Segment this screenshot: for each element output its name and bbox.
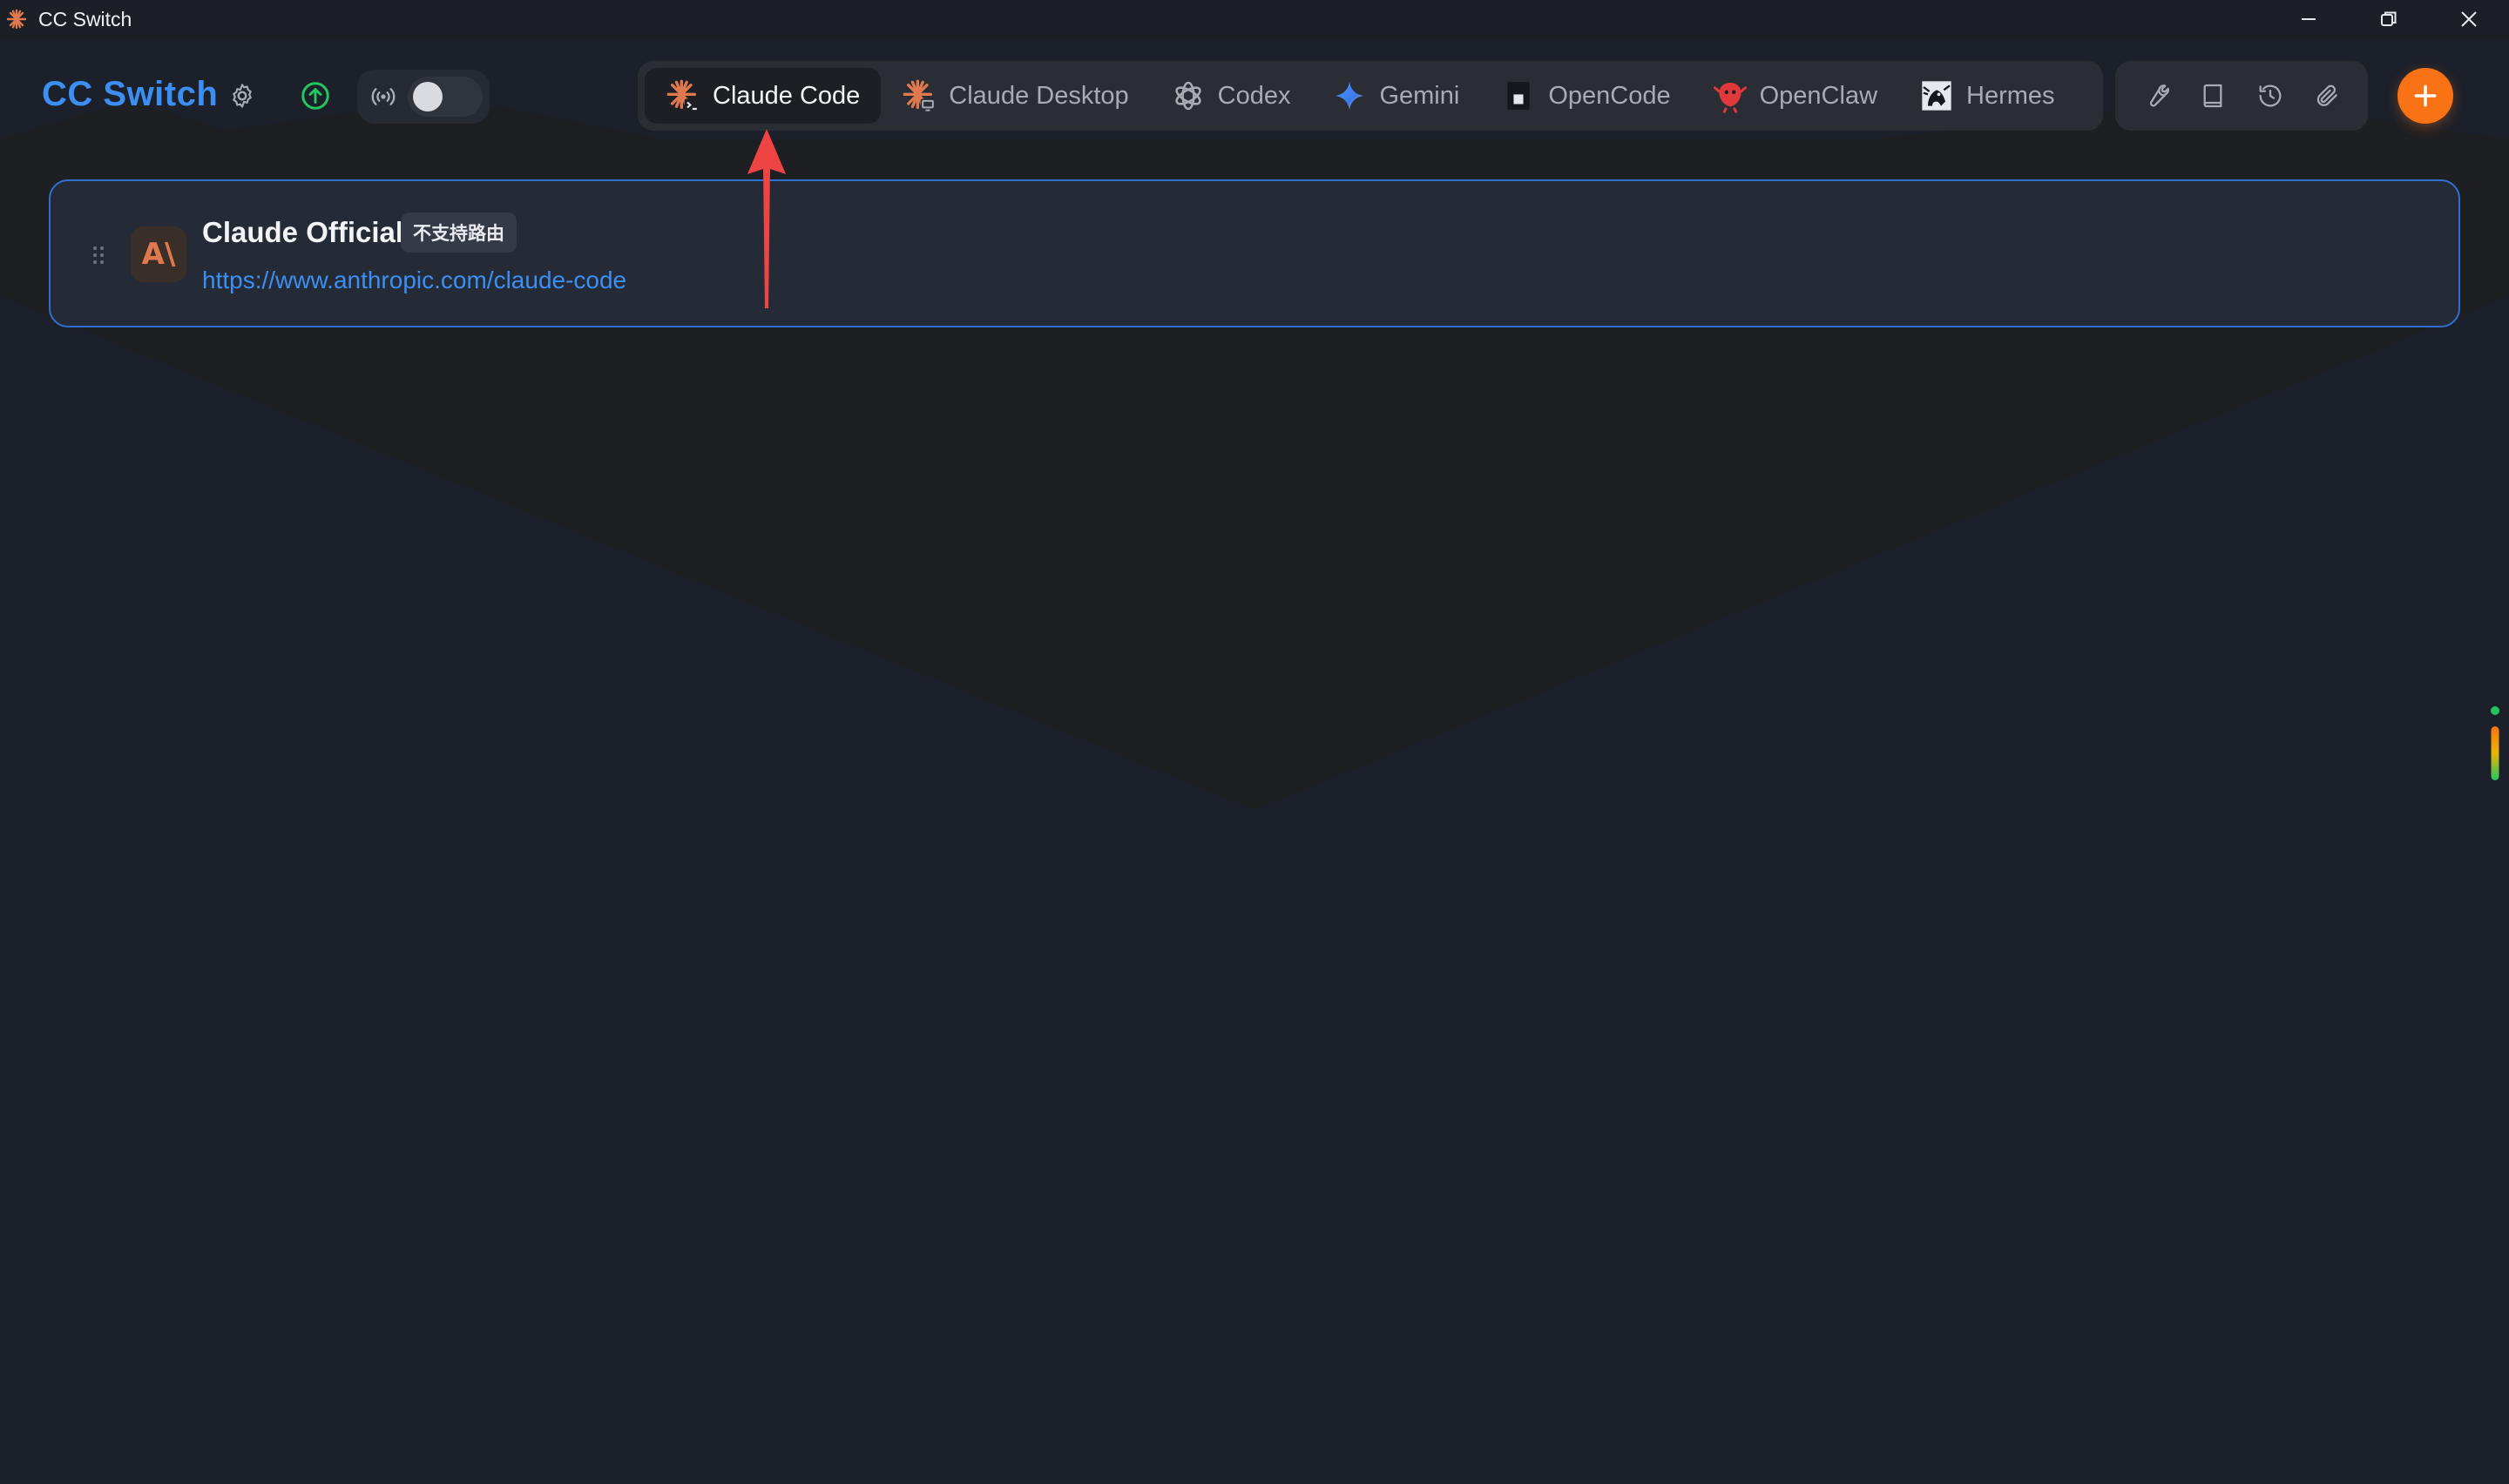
docs-button[interactable] xyxy=(2188,71,2237,120)
tab-label: Gemini xyxy=(1379,81,1460,110)
minimize-icon xyxy=(2302,18,2316,20)
tab-openclaw[interactable]: OpenClaw xyxy=(1692,68,1898,124)
paperclip-icon xyxy=(2316,84,2338,106)
broadcast-icon xyxy=(366,79,401,114)
window-controls xyxy=(2269,0,2509,38)
tool-group xyxy=(2115,61,2368,131)
tab-label: Codex xyxy=(1217,81,1291,110)
book-icon xyxy=(2203,84,2222,108)
tab-hermes[interactable]: Hermes xyxy=(1898,68,2076,124)
openai-icon xyxy=(1169,77,1207,115)
tab-codex[interactable]: Codex xyxy=(1150,68,1312,124)
attach-button[interactable] xyxy=(2303,71,2351,120)
tab-claude-code[interactable]: Claude Code xyxy=(645,68,882,124)
tab-gemini[interactable]: Gemini xyxy=(1311,68,1480,124)
title-bar: CC Switch xyxy=(0,0,2509,38)
restore-button[interactable] xyxy=(2349,0,2429,38)
app-window: CC Switch CC Switch Claude Code Claude D… xyxy=(0,0,2509,1484)
plus-icon xyxy=(2414,84,2437,107)
history-icon xyxy=(2259,84,2282,107)
provider-url-link[interactable]: https://www.anthropic.com/claude-code xyxy=(202,266,626,294)
status-indicator xyxy=(2491,706,2499,780)
openclaw-icon xyxy=(1711,77,1749,115)
close-button[interactable] xyxy=(2429,0,2509,38)
provider-card[interactable]: A\ Claude Official 不支持路由 https://www.ant… xyxy=(49,179,2460,327)
tab-claude-desktop[interactable]: Claude Desktop xyxy=(881,68,1149,124)
tab-label: Claude Desktop xyxy=(949,81,1129,110)
add-provider-button[interactable] xyxy=(2397,68,2453,124)
toggle-knob xyxy=(413,82,443,111)
provider-name: Claude Official xyxy=(202,216,404,248)
update-button[interactable] xyxy=(293,73,338,118)
routing-badge: 不支持路由 xyxy=(401,212,517,253)
annotation-arrow xyxy=(747,129,786,308)
minimize-button[interactable] xyxy=(2269,0,2349,38)
tab-label: Claude Code xyxy=(713,81,861,110)
tab-label: OpenCode xyxy=(1548,81,1671,110)
wrench-icon xyxy=(2149,84,2169,107)
claude-code-icon xyxy=(664,77,702,115)
brand-title: CC Switch xyxy=(42,75,219,113)
drag-handle-icon[interactable] xyxy=(85,240,112,270)
tab-label: OpenClaw xyxy=(1759,81,1878,110)
proxy-toggle-group xyxy=(357,70,490,124)
restore-icon xyxy=(2381,11,2397,26)
gear-icon xyxy=(233,84,252,108)
tab-label: Hermes xyxy=(1966,81,2055,110)
history-button[interactable] xyxy=(2246,71,2295,120)
gemini-icon xyxy=(1330,77,1369,115)
settings-button[interactable] xyxy=(220,73,265,118)
hermes-icon xyxy=(1917,77,1956,115)
app-tabs: Claude Code Claude Desktop Codex Gemini … xyxy=(638,61,2103,131)
close-icon xyxy=(2461,11,2477,27)
tools-button[interactable] xyxy=(2132,71,2181,120)
window-title: CC Switch xyxy=(38,7,132,30)
claude-desktop-icon xyxy=(900,77,938,115)
anthropic-logo-icon: A\ xyxy=(131,226,186,282)
opencode-icon xyxy=(1499,77,1538,115)
arrow-up-circle-icon xyxy=(301,82,329,110)
tab-opencode[interactable]: OpenCode xyxy=(1480,68,1691,124)
proxy-toggle[interactable] xyxy=(408,77,483,117)
app-logo-icon xyxy=(5,8,28,30)
app-header: CC Switch Claude Code Claude Desktop Cod… xyxy=(0,38,2509,152)
